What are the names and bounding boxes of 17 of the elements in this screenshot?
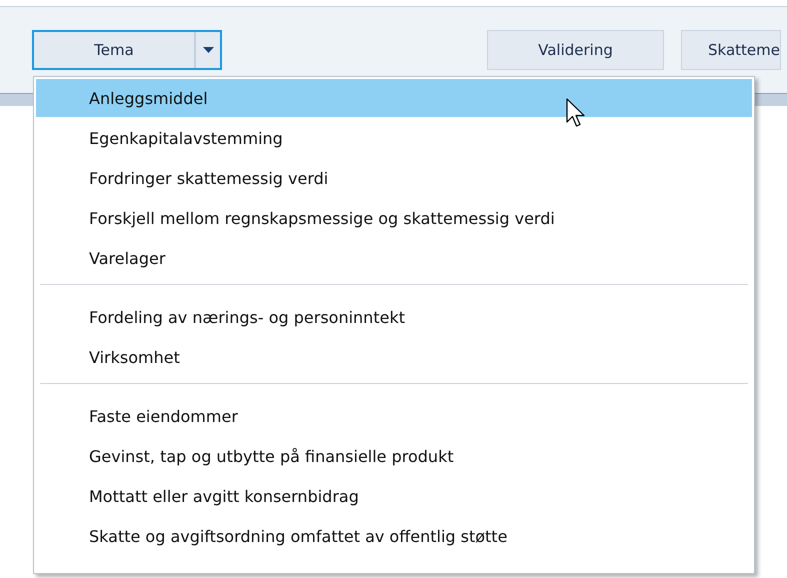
menu-item[interactable]: Forskjell mellom regnskapsmessige og skattemessig verdi bbox=[36, 199, 752, 237]
caret-icon bbox=[202, 46, 214, 54]
menu-item[interactable]: Skatte og avgiftsordning omfattet av offentlig støtte bbox=[36, 517, 752, 555]
toolbar-button[interactable]: Validering bbox=[487, 30, 664, 70]
toolbar-button[interactable]: Skatteme bbox=[681, 30, 781, 70]
menu-item[interactable]: Fordeling av nærings- og personinntekt bbox=[36, 298, 752, 336]
menu-item[interactable]: Mottatt eller avgitt konsernbidrag bbox=[36, 477, 752, 515]
menu-item[interactable]: Faste eiendommer bbox=[36, 397, 752, 435]
menu-item[interactable]: Anleggsmiddel bbox=[36, 79, 752, 117]
menu-item[interactable]: Virksomhet bbox=[36, 338, 752, 376]
tema-split-button[interactable]: Tema bbox=[32, 30, 222, 70]
menu-item[interactable]: Varelager bbox=[36, 239, 752, 277]
menu-item[interactable]: Fordringer skattemessig verdi bbox=[36, 159, 752, 197]
menu-item[interactable]: Egenkapitalavstemming bbox=[36, 119, 752, 157]
split-button-label[interactable]: Tema bbox=[34, 32, 196, 68]
mouse-pointer-icon bbox=[566, 98, 586, 128]
menu-item[interactable]: Gevinst, tap og utbytte på finansielle produkt bbox=[36, 437, 752, 475]
